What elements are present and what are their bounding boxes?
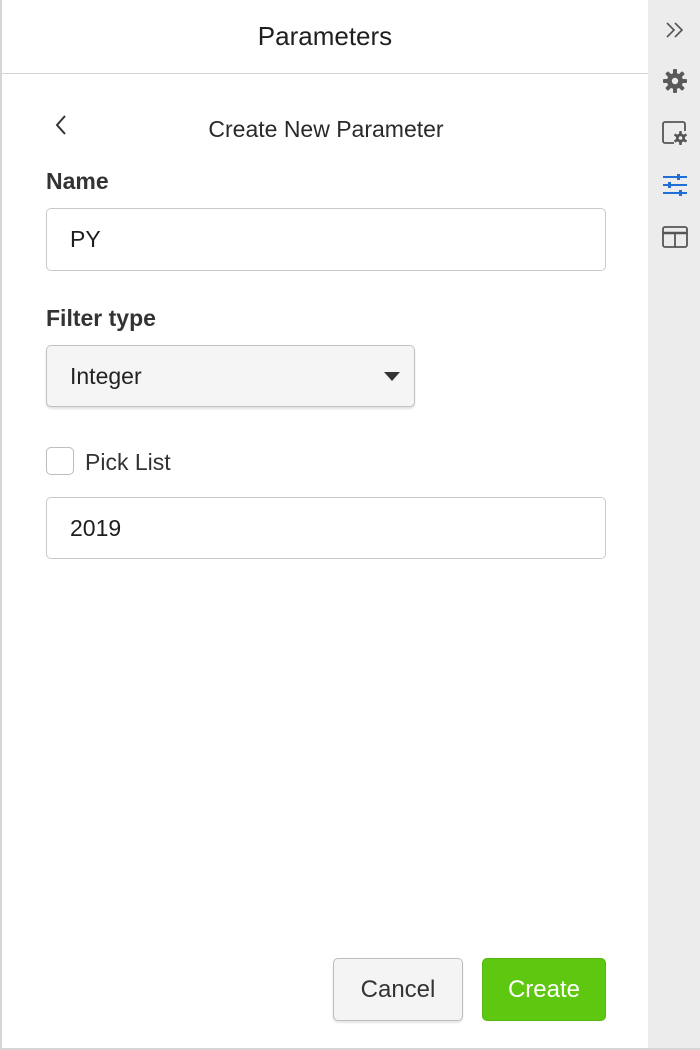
filter-type-value: Integer <box>70 362 142 389</box>
app-window: Parameters Create New Parameter Name Fil… <box>0 0 700 1050</box>
filter-type-select[interactable]: Integer <box>46 345 415 407</box>
cancel-button[interactable]: Cancel <box>333 958 463 1021</box>
gear-icon[interactable] <box>660 66 690 96</box>
pick-list-checkbox[interactable] <box>46 446 74 475</box>
layout-icon[interactable] <box>660 222 690 252</box>
parameters-panel: Parameters Create New Parameter Name Fil… <box>2 0 648 1048</box>
panel-title: Parameters <box>257 21 393 51</box>
right-toolbar <box>648 0 700 1048</box>
sliders-icon[interactable] <box>660 170 690 200</box>
subheader: Create New Parameter <box>2 74 648 174</box>
create-button[interactable]: Create <box>482 958 606 1021</box>
back-button[interactable] <box>48 112 74 138</box>
filter-type-label: Filter type <box>46 305 156 331</box>
page-title: Create New Parameter <box>208 115 444 142</box>
name-input[interactable] <box>46 208 606 271</box>
caret-down-icon <box>384 372 400 381</box>
default-value-input[interactable] <box>46 497 606 559</box>
panel-settings-icon[interactable] <box>660 118 690 148</box>
chevron-left-icon <box>55 115 66 135</box>
panel-header: Parameters <box>2 0 648 74</box>
name-label: Name <box>46 168 109 194</box>
pick-list-label: Pick List <box>85 449 171 475</box>
collapse-chevrons-icon[interactable] <box>660 15 690 45</box>
pick-list-row: Pick List <box>46 445 606 476</box>
create-parameter-form: Name Filter type Integer Pick List <box>46 168 606 559</box>
